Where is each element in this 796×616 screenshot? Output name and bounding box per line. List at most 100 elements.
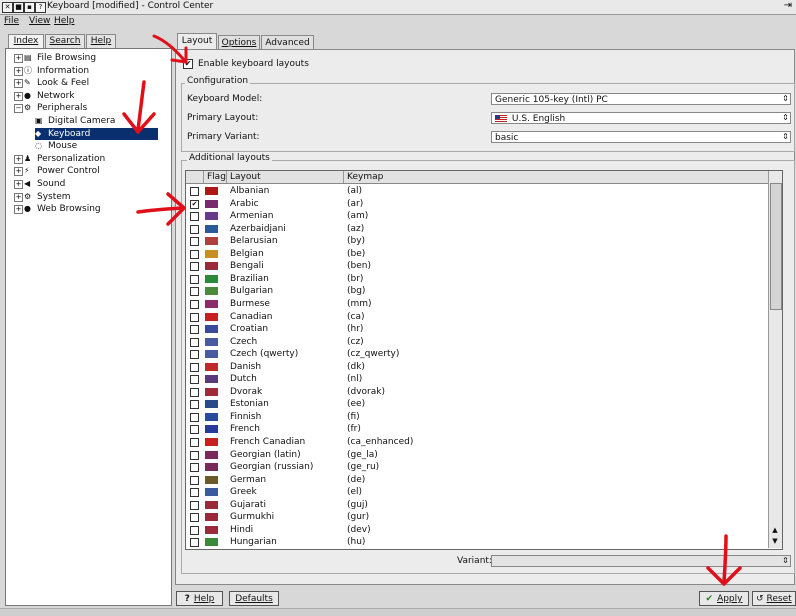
close-window-icon[interactable]: ✕ <box>2 2 13 13</box>
tab-index[interactable]: Index <box>8 34 44 49</box>
table-row[interactable]: Bulgarian (bg) <box>186 285 769 298</box>
window-shade-icon[interactable]: ⇥ <box>784 0 792 11</box>
tree-item-personalization[interactable]: + ♟ Personalization <box>14 153 105 165</box>
table-row[interactable]: Albanian (al) <box>186 185 769 198</box>
table-row[interactable]: Dvorak (dvorak) <box>186 386 769 399</box>
layout-checkbox[interactable] <box>190 287 199 297</box>
tree-item-look-feel[interactable]: + ✎ Look & Feel <box>14 77 89 89</box>
layout-checkbox[interactable] <box>190 538 199 548</box>
table-row[interactable]: Greek (el) <box>186 486 769 499</box>
layout-checkbox[interactable] <box>190 450 199 460</box>
table-row[interactable]: Belgian (be) <box>186 248 769 261</box>
expander-icon[interactable]: + <box>14 167 23 177</box>
layout-checkbox[interactable] <box>190 249 199 259</box>
layout-checkbox[interactable] <box>190 387 199 397</box>
layout-checkbox[interactable] <box>190 375 199 385</box>
table-row[interactable]: Gujarati (guj) <box>186 499 769 512</box>
layout-checkbox[interactable] <box>190 299 199 309</box>
header-flag[interactable]: Flag <box>204 171 227 183</box>
table-row[interactable]: Hungarian (hu) <box>186 536 769 549</box>
table-row[interactable]: Czech (cz) <box>186 336 769 349</box>
defaults-button[interactable]: Defaults <box>229 591 279 606</box>
layout-checkbox[interactable] <box>190 412 199 422</box>
tree-item-information[interactable]: + ⓘ Information <box>14 65 89 77</box>
layout-checkbox[interactable] <box>190 500 199 510</box>
layout-checkbox[interactable] <box>190 224 199 234</box>
tree-item-network[interactable]: + ● Network <box>14 90 75 102</box>
table-row[interactable]: German (de) <box>186 474 769 487</box>
table-row[interactable]: Azerbaidjani (az) <box>186 223 769 236</box>
tab-help[interactable]: Help <box>86 34 116 49</box>
layout-checkbox[interactable] <box>190 312 199 322</box>
expander-icon[interactable]: + <box>14 91 23 101</box>
layout-checkbox[interactable] <box>190 350 199 360</box>
expander-icon[interactable]: + <box>14 66 23 76</box>
tab-search[interactable]: Search <box>45 34 85 49</box>
tree-item-peripherals[interactable]: − ⚙ Peripherals <box>14 102 87 114</box>
tree-item-mouse[interactable]: ◌ Mouse <box>35 140 77 152</box>
layout-checkbox[interactable]: ✔ <box>190 199 199 209</box>
scroll-down-icon[interactable]: ▼ <box>770 536 780 546</box>
layouts-table[interactable]: Flag Layout Keymap Albanian (al) ✔ Arabic (a… <box>185 170 783 550</box>
layout-checkbox[interactable] <box>190 237 199 247</box>
layout-checkbox[interactable] <box>190 325 199 335</box>
vertical-scrollbar[interactable]: ▲ ▼ <box>768 171 782 548</box>
expander-icon[interactable]: + <box>14 79 23 89</box>
keyboard-model-select[interactable]: Generic 105-key (Intl) PC ⇕ <box>491 93 791 105</box>
table-row[interactable]: Czech (qwerty) (cz_qwerty) <box>186 348 769 361</box>
tree-item-system[interactable]: + ⚙ System <box>14 191 71 203</box>
layout-checkbox[interactable] <box>190 337 199 347</box>
layout-checkbox[interactable] <box>190 475 199 485</box>
help-button[interactable]: ? Help <box>176 591 223 606</box>
table-row[interactable]: French Canadian (ca_enhanced) <box>186 436 769 449</box>
table-row[interactable]: French (fr) <box>186 423 769 436</box>
help-window-icon[interactable]: ? <box>35 2 46 13</box>
primary-layout-select[interactable]: U.S. English ⇕ <box>491 112 791 124</box>
table-row[interactable]: ✔ Arabic (ar) <box>186 198 769 211</box>
layout-checkbox[interactable] <box>190 187 199 196</box>
table-row[interactable]: Georgian (latin) (ge_la) <box>186 449 769 462</box>
table-row[interactable]: Armenian (am) <box>186 210 769 223</box>
table-row[interactable]: Finnish (fi) <box>186 411 769 424</box>
table-row[interactable]: Belarusian (by) <box>186 235 769 248</box>
expander-icon[interactable]: + <box>14 54 23 63</box>
expander-icon[interactable]: + <box>14 192 23 202</box>
scroll-up-icon[interactable]: ▲ <box>770 525 780 535</box>
menu-file[interactable]: File <box>4 16 19 26</box>
tree-item-web-browsing[interactable]: + ● Web Browsing <box>14 203 101 215</box>
expander-icon[interactable]: − <box>14 104 23 114</box>
layout-checkbox[interactable] <box>190 425 199 435</box>
tree-item-power-control[interactable]: + ⚡ Power Control <box>14 165 100 177</box>
table-row[interactable]: Danish (dk) <box>186 361 769 374</box>
layout-checkbox[interactable] <box>190 438 199 447</box>
expander-icon[interactable]: + <box>14 180 23 189</box>
layout-checkbox[interactable] <box>190 463 199 473</box>
tree-item-file-browsing[interactable]: + ▤ File Browsing <box>14 52 96 64</box>
menu-view[interactable]: View <box>29 16 50 26</box>
variant-select[interactable]: ⇕ <box>491 555 791 567</box>
layout-checkbox[interactable] <box>190 212 199 222</box>
layout-checkbox[interactable] <box>190 488 199 498</box>
table-row[interactable]: Bengali (ben) <box>186 260 769 273</box>
apply-button[interactable]: ✔ Apply <box>699 591 749 606</box>
layout-checkbox[interactable] <box>190 513 199 523</box>
enable-layouts-checkbox[interactable]: ✔ <box>183 59 193 69</box>
layout-checkbox[interactable] <box>190 400 199 410</box>
layout-checkbox[interactable] <box>190 362 199 372</box>
table-row[interactable]: Gurmukhi (gur) <box>186 511 769 524</box>
layout-checkbox[interactable] <box>190 274 199 284</box>
table-row[interactable]: Dutch (nl) <box>186 373 769 386</box>
tree-item-sound[interactable]: + ◀ Sound <box>14 178 65 190</box>
maximize-window-icon[interactable]: ■ <box>13 2 24 13</box>
scroll-thumb[interactable] <box>770 183 782 310</box>
expander-icon[interactable]: + <box>14 154 23 164</box>
reset-button[interactable]: ↺ Reset <box>752 591 796 606</box>
module-tree[interactable]: + ▤ File Browsing + ⓘ Information + ✎ Look & Fee… <box>5 48 172 606</box>
primary-variant-select[interactable]: basic ⇕ <box>491 131 791 143</box>
menu-help[interactable]: Help <box>54 16 75 26</box>
expander-icon[interactable]: + <box>14 205 23 215</box>
tree-item-digital-camera[interactable]: ▣ Digital Camera <box>35 115 115 127</box>
header-layout[interactable]: Layout <box>227 171 344 183</box>
table-row[interactable]: Estonian (ee) <box>186 398 769 411</box>
table-row[interactable]: Hindi (dev) <box>186 524 769 537</box>
